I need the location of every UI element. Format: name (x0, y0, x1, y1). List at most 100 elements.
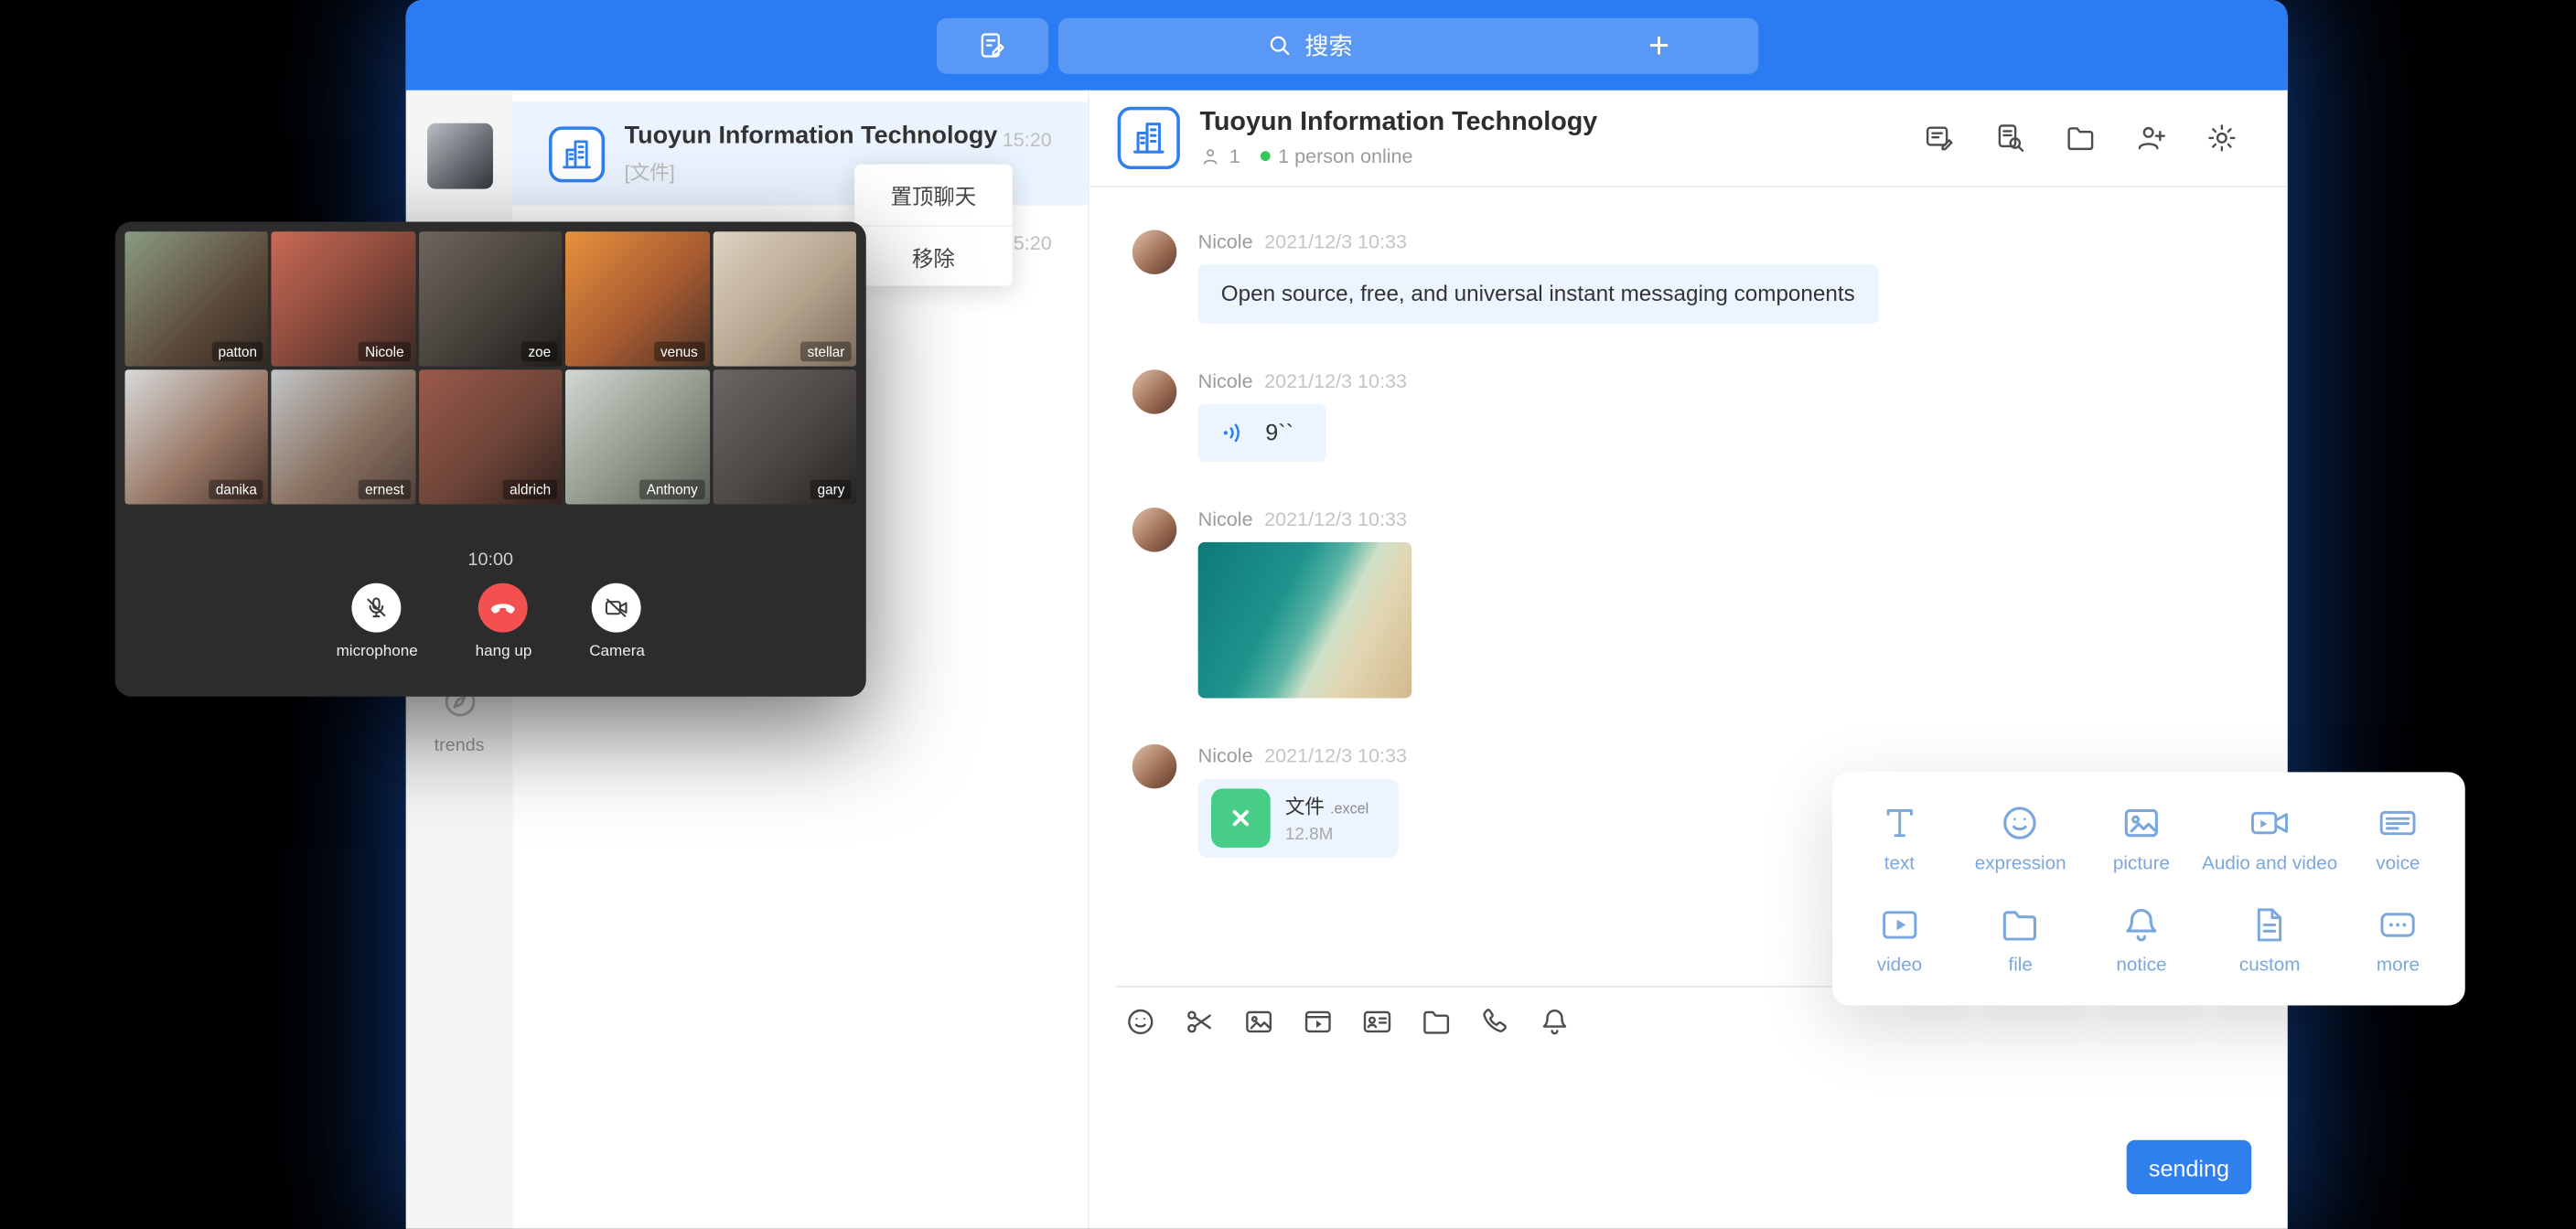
type-item-text[interactable]: text (1839, 787, 1959, 889)
message-meta: Nicole 2021/12/3 10:33 (1198, 370, 1407, 393)
chat-actions (1923, 122, 2238, 155)
screen: 搜索 + trends T (0, 0, 2576, 1229)
video-tile[interactable]: venus (565, 231, 709, 366)
hangup-button[interactable] (479, 583, 529, 633)
user-avatar[interactable] (426, 123, 492, 189)
global-search-bar[interactable]: 搜索 + (1057, 17, 1757, 73)
video-tile[interactable]: patton (125, 231, 269, 366)
screenshot-scissors-icon[interactable] (1183, 1005, 1216, 1038)
video-tile[interactable]: stellar (713, 231, 856, 366)
send-video-icon[interactable] (1302, 1005, 1335, 1038)
send-image-icon[interactable] (1242, 1005, 1275, 1038)
participant-name: zoe (521, 342, 557, 362)
message-time: 2021/12/3 10:33 (1264, 370, 1407, 393)
app-top-bar: 搜索 + (406, 0, 2288, 91)
notice-icon (2120, 903, 2163, 946)
type-item-picture[interactable]: picture (2081, 787, 2202, 889)
file-name: 文件 .excel (1285, 792, 1368, 820)
group-files-icon[interactable] (2064, 122, 2097, 155)
hangup-phone-icon (488, 593, 518, 623)
text-bubble[interactable]: Open source, free, and universal instant… (1198, 264, 1878, 324)
conversation-title: Tuoyun Information Technology (625, 122, 998, 150)
message-meta: Nicole2021/12/3 10:33 (1198, 508, 1412, 531)
notice-bell-icon[interactable] (1539, 1005, 1572, 1038)
video-grid: patton Nicole zoe venus stellar danika e… (125, 231, 856, 504)
file-attachment[interactable]: 文件 .excel 12.8M (1198, 779, 1399, 858)
video-icon (1878, 903, 1921, 946)
message-meta: Nicole2021/12/3 10:33 (1198, 744, 1407, 767)
member-count: 1 (1229, 144, 1240, 167)
chat-subrow: 1 1 person online (1199, 144, 1597, 167)
type-item-video[interactable]: video (1839, 889, 1959, 990)
add-member-icon[interactable] (2135, 122, 2168, 155)
video-tile[interactable]: zoe (419, 231, 563, 366)
chat-pane: Tuoyun Information Technology 1 1 person… (1088, 91, 2287, 1229)
excel-file-icon (1211, 789, 1271, 849)
chat-header: Tuoyun Information Technology 1 1 person… (1089, 91, 2288, 187)
menu-item-remove[interactable]: 移除 (854, 225, 1012, 285)
search-field[interactable]: 搜索 (1057, 28, 1561, 63)
message-time: 2021/12/3 10:33 (1264, 744, 1407, 767)
camera-button[interactable] (593, 583, 642, 633)
menu-item-pin-chat[interactable]: 置顶聊天 (854, 165, 1012, 225)
expression-icon (1999, 802, 2042, 845)
message-input[interactable] (1116, 1060, 2261, 1229)
file-icon (1999, 903, 2042, 946)
send-button[interactable]: sending (2127, 1140, 2252, 1194)
sender-avatar[interactable] (1132, 370, 1177, 415)
group-notice-icon[interactable] (1923, 122, 1956, 155)
type-item-voice[interactable]: voice (2337, 787, 2458, 889)
message-voice: Nicole 2021/12/3 10:33 9`` (1132, 370, 2288, 463)
participant-name: patton (211, 342, 263, 362)
search-placeholder: 搜索 (1304, 28, 1352, 63)
message-meta: Nicole 2021/12/3 10:33 (1198, 230, 1878, 253)
text-icon (1878, 802, 1921, 845)
message-image: Nicole2021/12/3 10:33 (1132, 508, 2288, 699)
audio-video-icon (2249, 802, 2292, 845)
microphone-button[interactable] (352, 583, 402, 633)
participant-name: Anthony (640, 480, 704, 500)
conversation-time: 15:20 (1003, 128, 1052, 151)
settings-gear-icon[interactable] (2206, 122, 2238, 155)
camera-label: Camera (589, 642, 645, 660)
microphone-control[interactable]: microphone (337, 583, 418, 660)
video-tile[interactable]: aldrich (419, 369, 563, 504)
contact-card-icon[interactable] (1361, 1005, 1394, 1038)
picture-icon (2120, 802, 2163, 845)
call-timer: 10:00 (125, 550, 856, 571)
sender-avatar[interactable] (1132, 744, 1177, 789)
type-item-notice[interactable]: notice (2081, 889, 2202, 990)
chat-head-texts: Tuoyun Information Technology 1 1 person… (1199, 109, 1597, 168)
video-tile[interactable]: Anthony (565, 369, 709, 504)
sender-avatar[interactable] (1132, 230, 1177, 275)
voice-bubble[interactable]: 9`` (1198, 404, 1326, 462)
image-attachment[interactable] (1198, 542, 1412, 699)
send-file-icon[interactable] (1420, 1005, 1453, 1038)
emoji-icon[interactable] (1124, 1005, 1157, 1038)
type-item-audio-video[interactable]: Audio and video (2202, 787, 2337, 889)
trends-label: trends (406, 736, 513, 756)
add-button[interactable]: + (1561, 17, 1758, 73)
message-sender: Nicole (1198, 370, 1253, 393)
video-tile[interactable]: ernest (272, 369, 415, 504)
sender-avatar[interactable] (1132, 508, 1177, 553)
call-controls: microphone hang up Camera (125, 583, 856, 660)
custom-icon (2249, 903, 2292, 946)
type-item-custom[interactable]: custom (2202, 889, 2337, 990)
chat-history-search-icon[interactable] (1993, 122, 2026, 155)
type-item-expression[interactable]: expression (1960, 787, 2081, 889)
video-tile[interactable]: gary (713, 369, 856, 504)
note-button[interactable] (936, 17, 1047, 73)
type-item-file[interactable]: file (1960, 889, 2081, 990)
message-time: 2021/12/3 10:33 (1264, 230, 1407, 253)
call-icon[interactable] (1479, 1005, 1512, 1038)
video-tile[interactable]: Nicole (272, 231, 415, 366)
type-item-more[interactable]: more (2337, 889, 2458, 990)
file-ext: .excel (1330, 800, 1368, 817)
message-sender: Nicole (1198, 230, 1253, 253)
voice-wave-icon (1219, 418, 1250, 449)
camera-control[interactable]: Camera (589, 583, 645, 660)
video-tile[interactable]: danika (125, 369, 269, 504)
hangup-control[interactable]: hang up (476, 583, 532, 660)
camera-off-icon (604, 594, 630, 621)
